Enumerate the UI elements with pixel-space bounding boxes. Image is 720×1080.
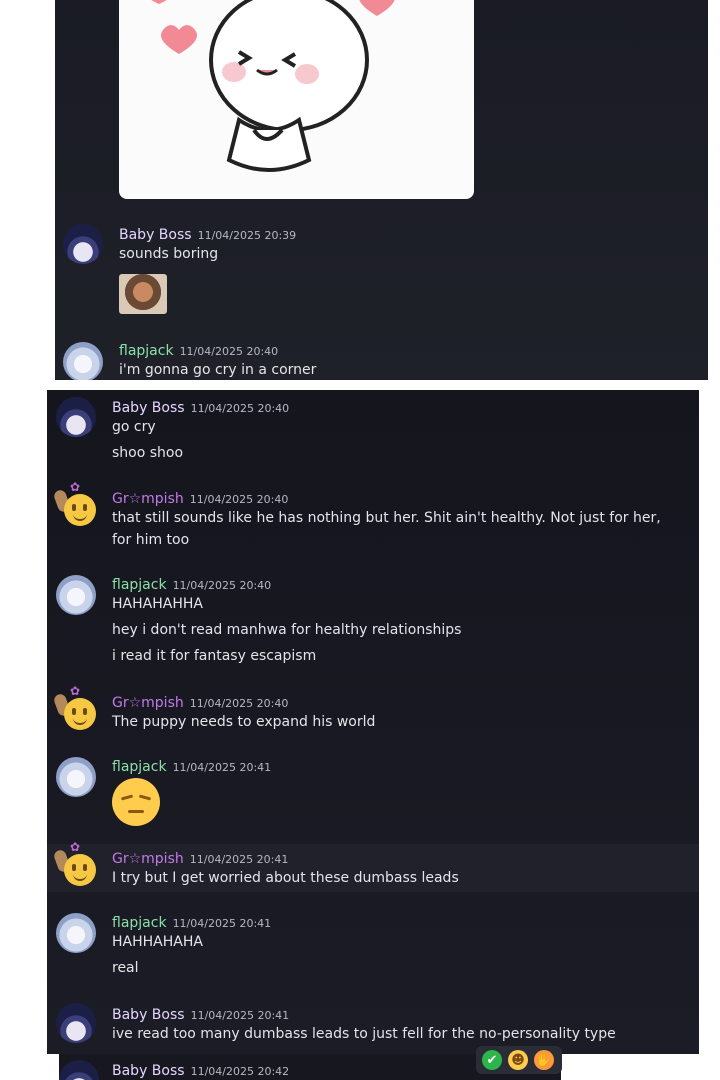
username[interactable]: Gr☆mpish (112, 695, 184, 711)
pensive-face-icon[interactable] (112, 778, 160, 826)
timestamp: 11/04/2025 20:40 (179, 345, 279, 358)
hands-emoji-icon[interactable]: ✋ (534, 1050, 554, 1070)
message-item[interactable]: ✿ Gr☆mpish 11/04/2025 20:40 The puppy nee… (47, 684, 699, 736)
timestamp: 11/04/2025 20:41 (189, 853, 289, 866)
message-text: hey i don't read manhwa for healthy rela… (112, 622, 462, 638)
smiley-face-icon (64, 854, 96, 886)
timestamp: 11/04/2025 20:42 (190, 1065, 290, 1078)
avatar-baby-boss[interactable] (56, 1003, 96, 1043)
chat-panel-main: Baby Boss 11/04/2025 20:40 go cry shoo sh… (47, 390, 699, 1054)
username[interactable]: Baby Boss (119, 227, 192, 243)
message-text: that still sounds like he has nothing bu… (112, 510, 661, 548)
message-item[interactable]: ✿ Gr☆mpish 11/04/2025 20:41 I try but I g… (47, 840, 699, 892)
avatar-flapjack[interactable] (56, 575, 96, 615)
avatar-flapjack[interactable] (56, 913, 96, 953)
avatar-grumpish[interactable]: ✿ (52, 684, 96, 730)
timestamp: 11/04/2025 20:41 (172, 917, 272, 930)
message-item[interactable]: Baby Boss 11/04/2025 20:39 sounds boring (55, 222, 708, 322)
avatar-flapjack[interactable] (63, 342, 103, 380)
attached-image[interactable] (119, 274, 167, 314)
timestamp: 11/04/2025 20:40 (190, 402, 290, 415)
flower-icon: ✿ (70, 684, 81, 698)
message-text: I try but I get worried about these dumb… (112, 870, 459, 886)
message-text: go cry (112, 419, 156, 435)
flower-icon: ✿ (70, 840, 81, 854)
timestamp: 11/04/2025 20:41 (190, 1009, 290, 1022)
message-item[interactable]: flapjack 11/04/2025 20:41 HAHHAHAHA real (47, 908, 699, 982)
message-text: ive read too many dumbass leads to just … (112, 1026, 616, 1042)
timestamp: 11/04/2025 20:40 (189, 493, 289, 506)
message-item[interactable]: flapjack 11/04/2025 20:40 HAHAHAHHA hey i… (47, 570, 699, 670)
username[interactable]: flapjack (112, 577, 167, 593)
message-item[interactable]: flapjack 11/04/2025 20:41 (47, 752, 699, 834)
message-text: real (112, 960, 139, 976)
avatar-grumpish[interactable]: ✿ (52, 840, 96, 886)
check-mark-icon[interactable]: ✔ (482, 1050, 502, 1070)
message-text: i'm gonna go cry in a corner (119, 362, 317, 378)
bear-illustration (151, 0, 395, 172)
message-item[interactable]: ✿ Gr☆mpish 11/04/2025 20:40 that still so… (47, 480, 699, 552)
username[interactable]: Gr☆mpish (112, 851, 184, 867)
username[interactable]: flapjack (112, 915, 167, 931)
timestamp: 11/04/2025 20:41 (172, 761, 272, 774)
avatar-baby-boss[interactable] (56, 397, 96, 437)
username[interactable]: flapjack (119, 343, 174, 359)
avatar-grumpish[interactable]: ✿ (52, 480, 96, 526)
reaction-bar[interactable]: ✔ ☻ ✋ (476, 1046, 562, 1074)
smiley-face-icon (64, 494, 96, 526)
message-item[interactable]: Baby Boss 11/04/2025 20:41 ive read too m… (47, 998, 699, 1054)
message-text: i read it for fantasy escapism (112, 648, 317, 664)
message-text: shoo shoo (112, 445, 184, 461)
message-item[interactable]: Baby Boss 11/04/2025 20:40 go cry shoo sh… (47, 390, 699, 474)
timestamp: 11/04/2025 20:39 (197, 229, 297, 242)
avatar-flapjack[interactable] (56, 757, 96, 797)
message-text: HAHHAHAHA (112, 934, 203, 950)
message-text: sounds boring (119, 246, 219, 262)
flower-icon: ✿ (70, 480, 81, 494)
message-text: The puppy needs to expand his world (112, 714, 376, 730)
message-text: HAHAHAHHA (112, 596, 203, 612)
username[interactable]: Baby Boss (112, 400, 185, 416)
username[interactable]: Baby Boss (112, 1063, 185, 1079)
smiley-face-icon (64, 698, 96, 730)
timestamp: 11/04/2025 20:40 (172, 579, 272, 592)
message-item[interactable]: flapjack 11/04/2025 20:40 i'm gonna go cr… (55, 338, 708, 380)
avatar-baby-boss[interactable] (63, 224, 103, 264)
avatar-baby-boss[interactable] (59, 1060, 99, 1080)
username[interactable]: flapjack (112, 759, 167, 775)
username[interactable]: Baby Boss (112, 1007, 185, 1023)
chat-panel-top: Baby Boss 11/04/2025 20:39 sounds boring … (55, 0, 708, 380)
username[interactable]: Gr☆mpish (112, 491, 184, 507)
grin-emoji-icon[interactable]: ☻ (508, 1050, 528, 1070)
timestamp: 11/04/2025 20:40 (189, 697, 289, 710)
bear-gif[interactable] (119, 0, 474, 199)
